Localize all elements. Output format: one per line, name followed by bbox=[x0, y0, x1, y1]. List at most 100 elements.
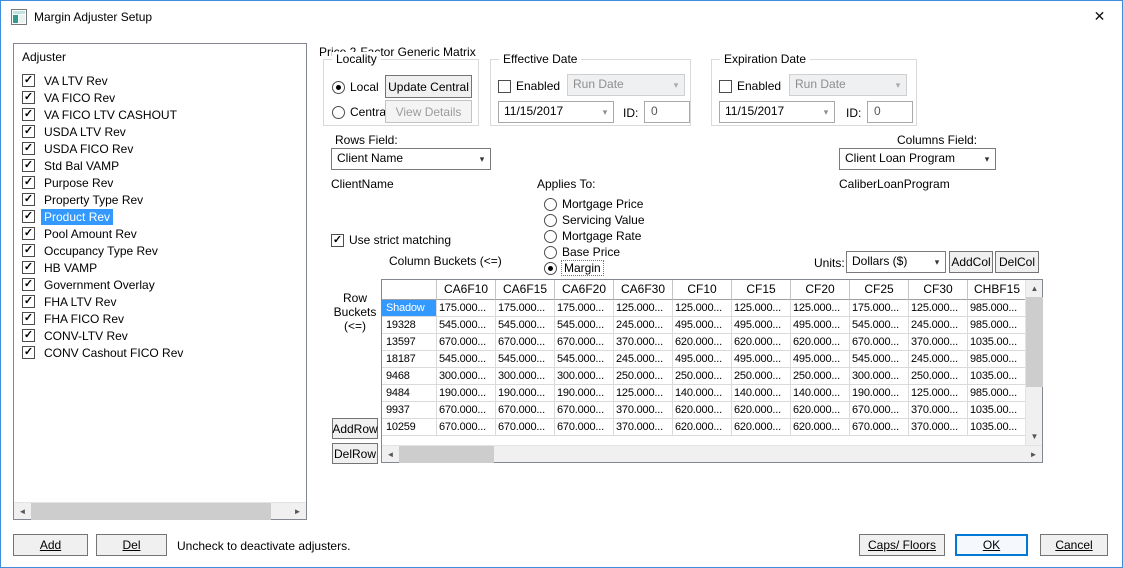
grid-column-header[interactable]: CA6F30 bbox=[614, 280, 673, 300]
grid-cell[interactable]: 1035.00... bbox=[968, 419, 1025, 436]
grid-cell[interactable]: 300.000... bbox=[850, 368, 909, 385]
adjuster-checkbox[interactable]: ✓ bbox=[22, 227, 35, 240]
grid-cell[interactable]: 250.000... bbox=[614, 368, 673, 385]
grid-cell[interactable]: 245.000... bbox=[614, 351, 673, 368]
row-bucket-cell[interactable]: 9468 bbox=[382, 368, 437, 385]
dropdown-arrow-icon[interactable]: ▾ bbox=[979, 149, 995, 169]
effective-date-picker[interactable]: 11/15/2017 ▾ bbox=[498, 101, 614, 123]
grid-cell[interactable]: 545.000... bbox=[437, 317, 496, 334]
grid-cell[interactable]: 985.000... bbox=[968, 385, 1025, 402]
grid-cell[interactable]: 495.000... bbox=[673, 351, 732, 368]
dropdown-arrow-icon[interactable]: ▾ bbox=[929, 252, 945, 272]
grid-vscrollbar[interactable]: ▲ ▼ bbox=[1025, 280, 1043, 445]
adjuster-checkbox[interactable]: ✓ bbox=[22, 244, 35, 257]
adjuster-item[interactable]: ✓ Government Overlay bbox=[15, 276, 305, 293]
grid-cell[interactable]: 125.000... bbox=[909, 300, 968, 317]
grid-cell[interactable]: 670.000... bbox=[850, 419, 909, 436]
adjuster-item[interactable]: ✓ USDA LTV Rev bbox=[15, 123, 305, 140]
grid-column-header[interactable]: CF30 bbox=[909, 280, 968, 300]
grid-column-header[interactable]: CF10 bbox=[673, 280, 732, 300]
row-bucket-cell[interactable]: Shadow bbox=[382, 300, 437, 317]
delrow-button[interactable]: DelRow bbox=[332, 443, 378, 464]
grid-cell[interactable]: 300.000... bbox=[496, 368, 555, 385]
grid-column-header[interactable]: CA6F20 bbox=[555, 280, 614, 300]
adjuster-item[interactable]: ✓ CONV Cashout FICO Rev bbox=[15, 344, 305, 361]
grid-cell[interactable]: 300.000... bbox=[437, 368, 496, 385]
checkbox-icon[interactable]: ✓ bbox=[331, 233, 344, 247]
grid-cell[interactable]: 250.000... bbox=[909, 368, 968, 385]
adjuster-item[interactable]: ✓ VA FICO Rev bbox=[15, 89, 305, 106]
adjuster-item[interactable]: ✓ Purpose Rev bbox=[15, 174, 305, 191]
grid-cell[interactable]: 175.000... bbox=[555, 300, 614, 317]
adjuster-item[interactable]: ✓ Pool Amount Rev bbox=[15, 225, 305, 242]
grid-cell[interactable]: 670.000... bbox=[555, 402, 614, 419]
grid-column-header[interactable]: CF20 bbox=[791, 280, 850, 300]
adjuster-item[interactable]: ✓ VA LTV Rev bbox=[15, 72, 305, 89]
adjuster-checkbox[interactable]: ✓ bbox=[22, 278, 35, 291]
grid-cell[interactable]: 620.000... bbox=[732, 419, 791, 436]
grid-cell[interactable]: 620.000... bbox=[791, 402, 850, 419]
grid-cell[interactable]: 250.000... bbox=[791, 368, 850, 385]
grid-cell[interactable]: 985.000... bbox=[968, 300, 1025, 317]
locality-local-radio[interactable]: Local bbox=[332, 80, 379, 94]
effective-enabled-checkbox[interactable]: Enabled bbox=[498, 79, 560, 93]
grid-cell[interactable]: 985.000... bbox=[968, 351, 1025, 368]
checkbox-icon[interactable] bbox=[498, 79, 511, 93]
scroll-down-icon[interactable]: ▼ bbox=[1026, 428, 1043, 445]
addcol-button[interactable]: AddCol bbox=[949, 251, 993, 273]
applies-to-option[interactable]: Mortgage Price bbox=[544, 196, 645, 212]
grid-cell[interactable]: 670.000... bbox=[437, 402, 496, 419]
grid-cell[interactable]: 245.000... bbox=[909, 317, 968, 334]
grid-cell[interactable]: 125.000... bbox=[673, 300, 732, 317]
adjuster-item[interactable]: ✓ Std Bal VAMP bbox=[15, 157, 305, 174]
columns-field-select[interactable]: Client Loan Program ▾ bbox=[839, 148, 996, 170]
adjuster-checkbox[interactable]: ✓ bbox=[22, 295, 35, 308]
adjuster-checkbox[interactable]: ✓ bbox=[22, 108, 35, 121]
grid-cell[interactable]: 190.000... bbox=[496, 385, 555, 402]
grid-column-header[interactable]: CF15 bbox=[732, 280, 791, 300]
update-central-button[interactable]: Update Central bbox=[385, 75, 472, 98]
title-bar[interactable]: Margin Adjuster Setup ✕ bbox=[1, 1, 1122, 32]
adjuster-checkbox[interactable]: ✓ bbox=[22, 193, 35, 206]
grid-cell[interactable]: 370.000... bbox=[614, 419, 673, 436]
grid-cell[interactable]: 175.000... bbox=[496, 300, 555, 317]
effective-id-field[interactable]: 0 bbox=[644, 101, 690, 123]
scroll-right-icon[interactable]: ► bbox=[1025, 446, 1042, 463]
grid-cell[interactable]: 370.000... bbox=[614, 402, 673, 419]
expiration-id-field[interactable]: 0 bbox=[867, 101, 913, 123]
grid-cell[interactable]: 125.000... bbox=[732, 300, 791, 317]
adjuster-checkbox[interactable]: ✓ bbox=[22, 346, 35, 359]
applies-to-option[interactable]: Mortgage Rate bbox=[544, 228, 645, 244]
grid-cell[interactable]: 175.000... bbox=[850, 300, 909, 317]
adjuster-item[interactable]: ✓ FHA LTV Rev bbox=[15, 293, 305, 310]
grid-cell[interactable]: 495.000... bbox=[732, 317, 791, 334]
adjuster-checkbox[interactable]: ✓ bbox=[22, 329, 35, 342]
grid-cell[interactable]: 125.000... bbox=[909, 385, 968, 402]
adjuster-checkbox[interactable]: ✓ bbox=[22, 74, 35, 87]
hscroll-thumb[interactable] bbox=[31, 503, 271, 520]
adjuster-item[interactable]: ✓ FHA FICO Rev bbox=[15, 310, 305, 327]
applies-to-option[interactable]: Base Price bbox=[544, 244, 645, 260]
strict-matching-checkbox[interactable]: ✓ Use strict matching bbox=[331, 233, 451, 247]
delcol-button[interactable]: DelCol bbox=[995, 251, 1039, 273]
grid-cell[interactable]: 190.000... bbox=[555, 385, 614, 402]
grid-cell[interactable]: 125.000... bbox=[614, 385, 673, 402]
units-select[interactable]: Dollars ($) ▾ bbox=[846, 251, 946, 273]
grid-cell[interactable]: 190.000... bbox=[850, 385, 909, 402]
grid-cell[interactable]: 190.000... bbox=[437, 385, 496, 402]
grid-cell[interactable]: 545.000... bbox=[555, 317, 614, 334]
grid-cell[interactable]: 245.000... bbox=[614, 317, 673, 334]
radio-icon[interactable] bbox=[544, 229, 557, 243]
grid-cell[interactable]: 370.000... bbox=[909, 419, 968, 436]
grid-cell[interactable]: 545.000... bbox=[850, 351, 909, 368]
del-button[interactable]: Del bbox=[96, 534, 167, 556]
adjuster-checkbox[interactable]: ✓ bbox=[22, 142, 35, 155]
caps-floors-button[interactable]: Caps/ Floors bbox=[859, 534, 945, 556]
grid-corner-header[interactable] bbox=[382, 280, 437, 300]
grid-cell[interactable]: 620.000... bbox=[673, 419, 732, 436]
grid-cell[interactable]: 670.000... bbox=[496, 334, 555, 351]
grid-cell[interactable]: 985.000... bbox=[968, 317, 1025, 334]
grid-column-header[interactable]: CA6F10 bbox=[437, 280, 496, 300]
grid-cell[interactable]: 670.000... bbox=[850, 334, 909, 351]
scroll-right-icon[interactable]: ► bbox=[289, 503, 306, 520]
